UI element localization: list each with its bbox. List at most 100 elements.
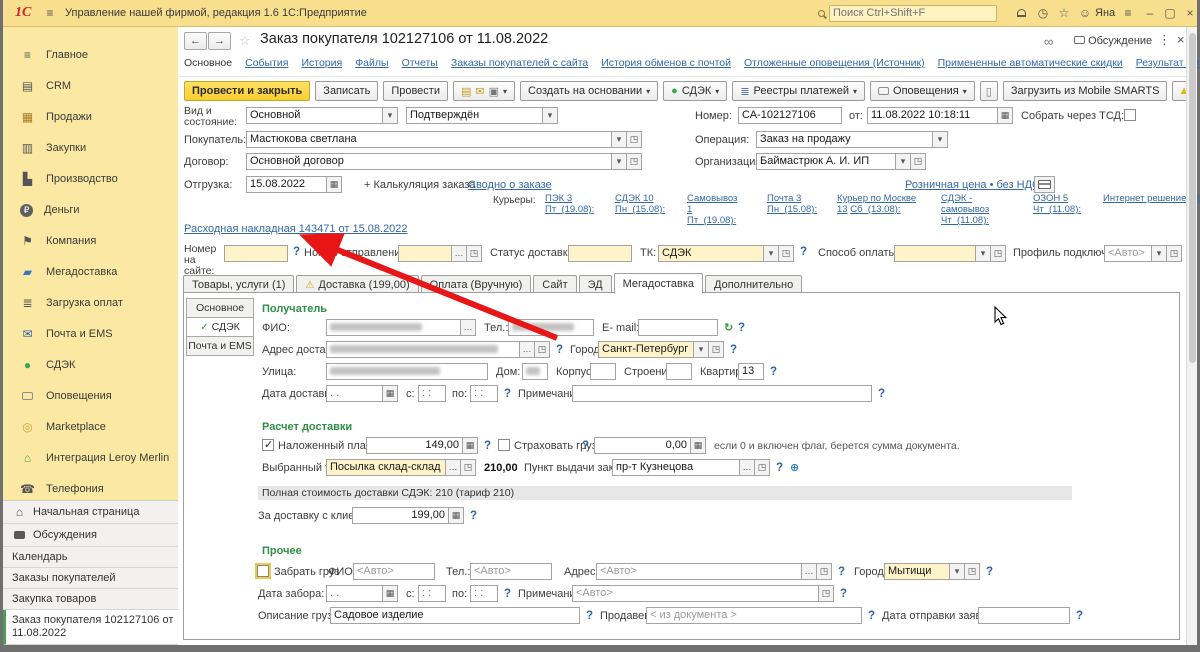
search-input[interactable] (829, 5, 997, 22)
tab-history[interactable]: История (301, 57, 342, 69)
more-menu-icon[interactable]: ⋮ (1158, 32, 1171, 48)
open-button[interactable] (535, 341, 550, 358)
footer-item-customer-orders[interactable]: Заказы покупателей (3, 568, 178, 589)
footer-item-goods-purchase[interactable]: Закупка товаров (3, 589, 178, 610)
flat-field[interactable]: 13 (738, 363, 764, 380)
delivery-status-field[interactable] (568, 245, 632, 262)
dropdown-button[interactable] (976, 245, 991, 262)
printer-icon[interactable]: ▣ (489, 85, 499, 98)
forward-button[interactable]: → (208, 32, 231, 50)
pickup-date-field[interactable]: . . (326, 585, 383, 602)
select-button[interactable] (740, 459, 755, 476)
ship-date-field[interactable]: 15.08.2022 (246, 176, 327, 193)
help-icon[interactable]: ? (484, 440, 491, 452)
courier-link[interactable]: Самовывоз 1 Пт_(19.08): (687, 193, 743, 226)
help-icon[interactable]: ? (840, 588, 847, 600)
dropdown-button[interactable] (694, 341, 709, 358)
restore-icon[interactable]: ▢ (1160, 0, 1180, 26)
other-address-field[interactable]: <Авто> (596, 563, 802, 580)
cod-checkbox[interactable] (262, 439, 274, 451)
create-based-on-button[interactable]: Создать на основании (520, 81, 658, 101)
help-icon[interactable]: ? (504, 588, 511, 600)
other-city-field[interactable]: Мытищи (884, 563, 950, 580)
select-button[interactable] (446, 459, 461, 476)
help-icon[interactable]: ? (738, 322, 745, 334)
calendar-button[interactable] (327, 176, 342, 193)
service-menu-icon[interactable]: ≡ (1118, 0, 1138, 26)
help-icon[interactable]: ? (868, 610, 875, 622)
support-icon[interactable]: ☺ (1075, 0, 1095, 26)
open-button[interactable] (755, 459, 770, 476)
dropdown-button[interactable] (1152, 245, 1167, 262)
mobile-smarts-button[interactable]: Загрузить из Mobile SMARTS (1003, 81, 1168, 101)
link-icon[interactable]: ∞ (1044, 34, 1053, 49)
order-calculation-label[interactable]: + Калькуляция заказа (364, 179, 476, 191)
dropdown-button[interactable] (933, 131, 948, 148)
envelope-icon[interactable]: ✉ (475, 85, 484, 98)
insure-field[interactable]: 0,00 (594, 437, 691, 454)
calendar-button[interactable] (383, 585, 398, 602)
minimize-icon[interactable]: – (1140, 0, 1160, 26)
street-field[interactable] (326, 363, 488, 380)
other-note-field[interactable]: <Авто> (572, 585, 819, 602)
tel-field[interactable] (508, 319, 594, 336)
calculator-button[interactable] (463, 437, 478, 454)
tab-main[interactable]: Основное (184, 57, 232, 69)
help-icon[interactable]: ? (838, 566, 845, 578)
courier-link[interactable]: Почта 3 Пн_(15.08): (767, 193, 813, 226)
time-from-field[interactable]: : : (418, 385, 446, 402)
tab-deferred-notifications[interactable]: Отложенные оповещения (Источник) (744, 57, 925, 69)
tariff-field[interactable]: Посылка склад-склад (326, 459, 446, 476)
delivery-address-field[interactable] (326, 341, 520, 358)
notifications-bell-icon[interactable] (1011, 0, 1031, 26)
footer-item-home[interactable]: ⌂Начальная страница (3, 501, 178, 524)
open-button[interactable] (467, 245, 482, 262)
open-button[interactable] (911, 153, 926, 170)
dropdown-button[interactable] (612, 153, 627, 170)
footer-item-calendar[interactable]: Календарь (3, 547, 178, 568)
insure-checkbox[interactable] (498, 439, 510, 451)
time-from-field[interactable]: : : (418, 585, 446, 602)
client-delivery-field[interactable]: 199,00 (352, 507, 449, 524)
vertical-scrollbar[interactable] (1186, 27, 1197, 645)
open-button[interactable] (461, 459, 476, 476)
open-button[interactable] (965, 563, 980, 580)
select-button[interactable] (520, 341, 535, 358)
select-button[interactable] (802, 563, 817, 580)
tab-mail-history[interactable]: История обменов с почтой (601, 57, 731, 69)
open-button[interactable] (627, 131, 642, 148)
side-tab-post-ems[interactable]: Почта и EMS (186, 336, 254, 356)
open-button[interactable] (819, 585, 834, 602)
open-button[interactable] (991, 245, 1006, 262)
document-button[interactable]: ▯ (980, 81, 998, 101)
tab-auto-discounts[interactable]: Примененные автоматические скидки (938, 57, 1123, 69)
help-icon[interactable]: ? (504, 388, 511, 400)
contract-field[interactable]: Основной договор (246, 153, 612, 170)
other-tel-field[interactable]: <Авто> (470, 563, 552, 580)
datetime-field[interactable]: 11.08.2022 10:18:11 (867, 107, 998, 124)
cdek-button[interactable]: ●СДЭК (663, 81, 727, 101)
sidebar-item-leroy-merlin[interactable]: ⌂Интеграция Leroy Merlin (3, 444, 178, 472)
help-icon[interactable]: ? (470, 510, 477, 522)
globe-icon[interactable]: ⊕ (790, 461, 799, 474)
discussion-button[interactable]: Обсуждение (1074, 35, 1152, 47)
history-icon[interactable]: ◷ (1033, 0, 1053, 26)
back-button[interactable]: ← (184, 32, 207, 50)
sidebar-item-crm[interactable]: ▤CRM (3, 72, 178, 100)
calendar-button[interactable] (998, 107, 1013, 124)
open-button[interactable] (1167, 245, 1182, 262)
tab-events[interactable]: События (245, 57, 288, 69)
expense-invoice-link[interactable]: Расходная накладная 143471 от 15.08.2022 (184, 223, 408, 235)
select-button[interactable] (461, 319, 476, 336)
post-button[interactable]: Провести (383, 81, 448, 101)
time-to-field[interactable]: : : (470, 585, 498, 602)
sidebar-item-main[interactable]: ≡Главное (3, 41, 178, 69)
refresh-icon[interactable]: ↻ (724, 321, 733, 334)
close-document-icon[interactable]: × (1177, 32, 1185, 47)
select-button[interactable] (452, 245, 467, 262)
pickup-point-field[interactable]: пр-т Кузнецова (612, 459, 740, 476)
courier-link[interactable]: Курьер по Москве 13 Сб_(13.08): (837, 193, 917, 226)
scrollbar-thumb[interactable] (1189, 33, 1196, 363)
help-icon[interactable]: ? (1076, 610, 1083, 622)
dropdown-button[interactable] (612, 131, 627, 148)
